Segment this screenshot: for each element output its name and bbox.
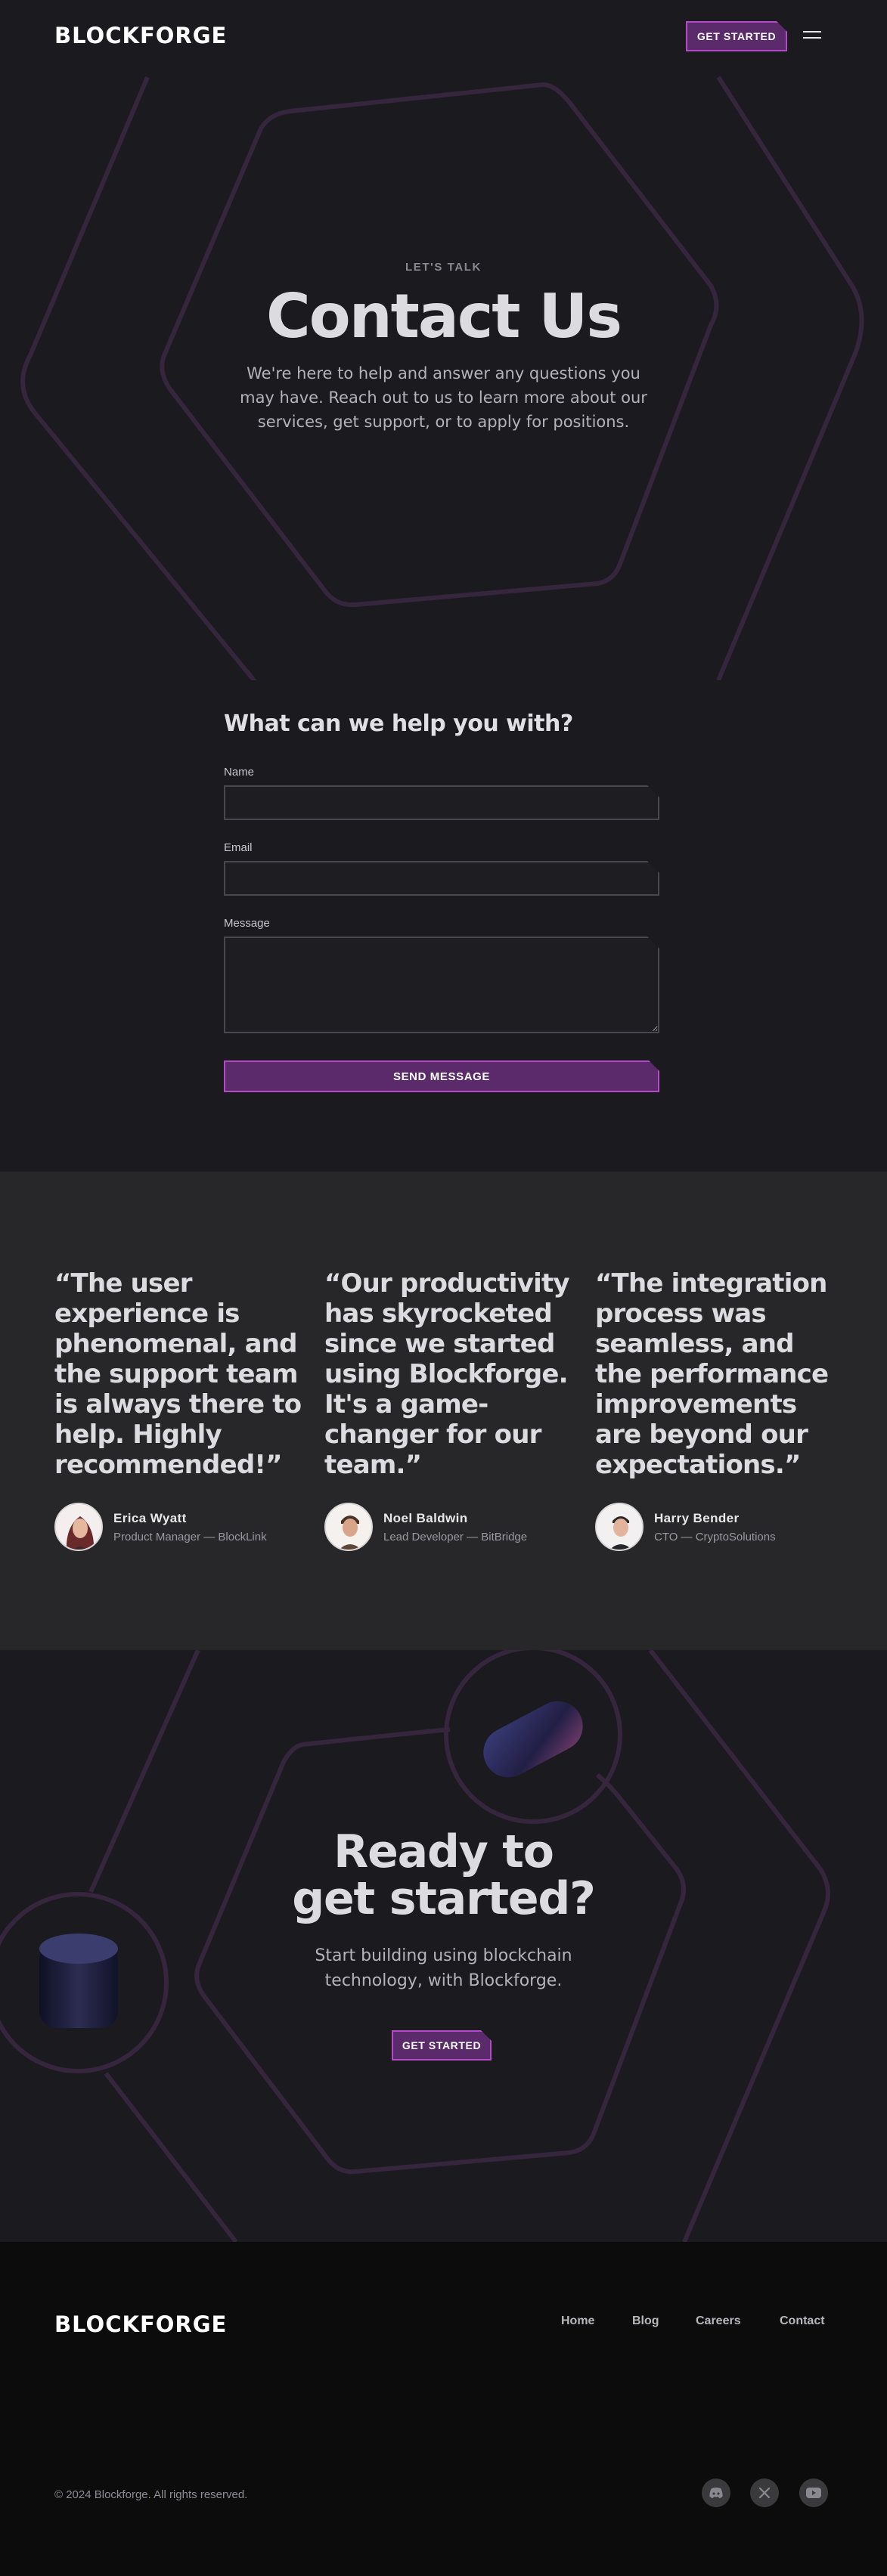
author-role: CTO — CryptoSolutions (654, 1530, 776, 1543)
author-role: Product Manager — BlockLink (113, 1530, 267, 1543)
author-role: Lead Developer — BitBridge (383, 1530, 528, 1543)
footer-link-blog[interactable]: Blog (632, 2314, 659, 2328)
name-field[interactable] (224, 785, 659, 820)
author-meta: Noel Baldwin Lead Developer — BitBridge (383, 1511, 527, 1543)
testimonials-section: “The user experience is phenomenal, and … (0, 1172, 887, 1650)
footer-nav: Home Blog Careers Contact (0, 2314, 887, 2337)
author-name: Erica Wyatt (113, 1510, 187, 1525)
cta-description: Start building using blockchain technolo… (315, 1946, 572, 1990)
cta-section: Ready to get started? Start building usi… (0, 1650, 887, 2242)
page-title: Contact Us (266, 281, 622, 351)
x-icon[interactable] (750, 2478, 779, 2507)
site-header: BLOCKFORGE GET STARTED (0, 0, 887, 73)
cta-title-line: Ready to (333, 1825, 554, 1878)
testimonial-author: Noel Baldwin Lead Developer — BitBridge (324, 1503, 527, 1551)
author-name: Noel Baldwin (383, 1510, 468, 1525)
testimonial-card: “Our productivity has skyrocketed since … (324, 1268, 574, 1551)
testimonial-quote: “The integration process was seamless, a… (595, 1268, 829, 1480)
message-label: Message (224, 917, 270, 930)
site-footer: BLOCKFORGE Home Blog Careers Contact © 2… (0, 2242, 887, 2576)
avatar (324, 1503, 373, 1551)
form-heading: What can we help you with? (224, 711, 573, 737)
copyright-text: © 2024 Blockforge. All rights reserved. (54, 2488, 248, 2501)
author-name: Harry Bender (654, 1510, 740, 1525)
get-started-button[interactable]: GET STARTED (686, 21, 787, 51)
testimonial-author: Erica Wyatt Product Manager — BlockLink (54, 1503, 267, 1551)
email-field[interactable] (224, 861, 659, 896)
discord-icon[interactable] (702, 2478, 730, 2507)
testimonial-card: “The integration process was seamless, a… (595, 1268, 845, 1551)
avatar (54, 1503, 103, 1551)
send-message-button[interactable]: SEND MESSAGE (224, 1060, 659, 1092)
contact-form: What can we help you with? Name Email Me… (224, 711, 659, 1092)
hero-eyebrow: LET'S TALK (405, 261, 482, 274)
hero-section: LET'S TALK Contact Us We're here to help… (0, 0, 887, 680)
menu-line (803, 37, 821, 39)
menu-line (803, 31, 821, 33)
footer-link-home[interactable]: Home (561, 2314, 594, 2328)
message-field[interactable] (224, 937, 659, 1033)
footer-link-contact[interactable]: Contact (780, 2314, 825, 2328)
hero-description: We're here to help and answer any questi… (240, 364, 647, 431)
hamburger-menu-icon[interactable] (803, 27, 823, 44)
testimonial-quote: “The user experience is phenomenal, and … (54, 1268, 302, 1480)
testimonial-card: “The user experience is phenomenal, and … (54, 1268, 304, 1551)
cylinder-3d-graphic (39, 1934, 118, 2028)
capsule-3d-graphic (483, 1701, 583, 1778)
email-label: Email (224, 841, 253, 854)
author-meta: Harry Bender CTO — CryptoSolutions (654, 1511, 776, 1543)
cta-get-started-button[interactable]: GET STARTED (392, 2030, 492, 2060)
testimonial-author: Harry Bender CTO — CryptoSolutions (595, 1503, 776, 1551)
footer-link-careers[interactable]: Careers (696, 2314, 741, 2328)
name-field-group: Name (224, 766, 659, 820)
brand-logo[interactable]: BLOCKFORGE (54, 23, 227, 48)
name-label: Name (224, 766, 255, 779)
testimonial-quote: “Our productivity has skyrocketed since … (324, 1268, 570, 1480)
message-field-group: Message (224, 917, 659, 1033)
youtube-icon[interactable] (799, 2478, 828, 2507)
author-meta: Erica Wyatt Product Manager — BlockLink (113, 1511, 267, 1543)
cta-title: Ready to get started? (0, 1828, 887, 1922)
cta-title-line: get started? (292, 1872, 596, 1925)
avatar (595, 1503, 644, 1551)
email-field-group: Email (224, 841, 659, 896)
